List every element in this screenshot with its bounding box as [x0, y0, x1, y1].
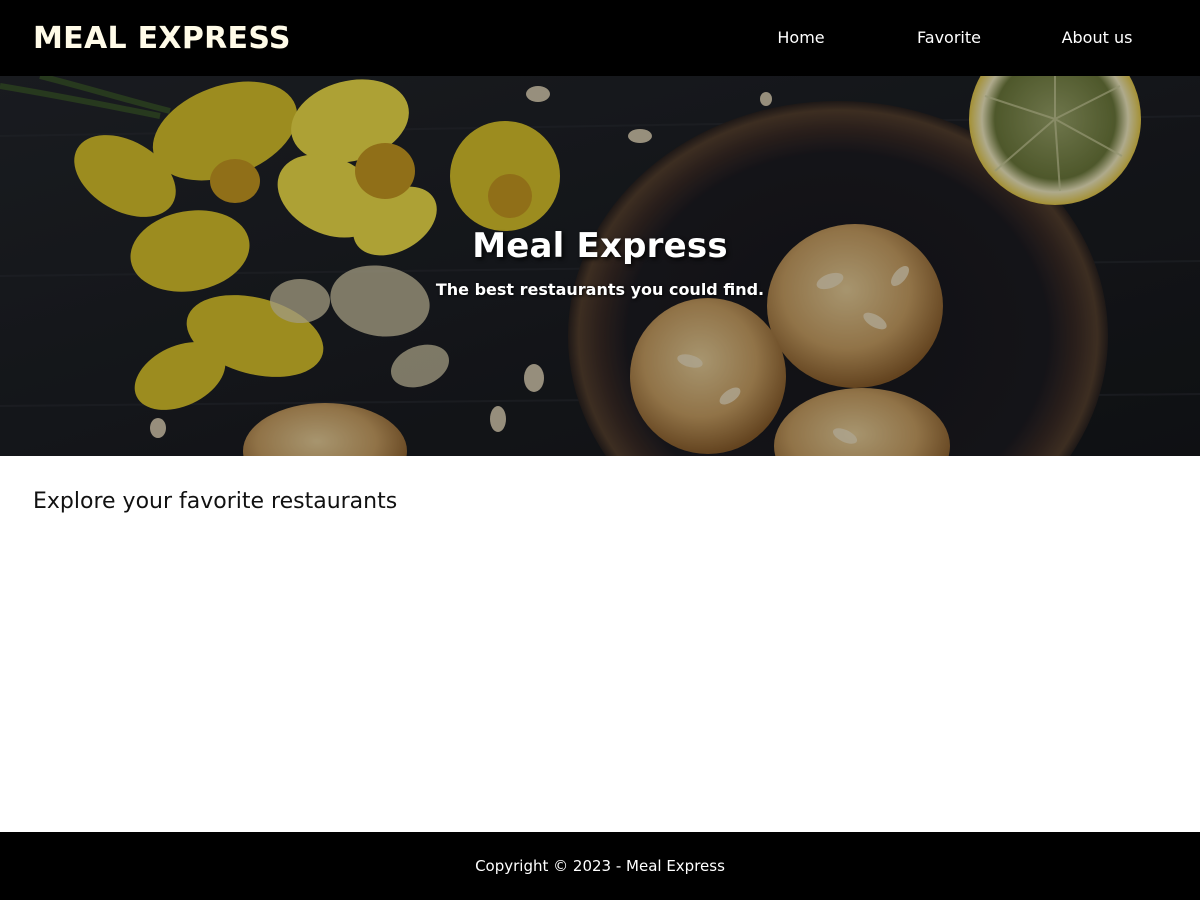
app: MEAL EXPRESS Home Favorite About us Meal… [0, 0, 1200, 900]
hero-title: Meal Express [472, 226, 728, 266]
nav-home[interactable]: Home [727, 0, 875, 76]
footer-copyright: Copyright © 2023 - Meal Express [475, 857, 725, 875]
hero-subtitle: The best restaurants you could find. [435, 280, 765, 299]
brand-logo[interactable]: MEAL EXPRESS [33, 21, 291, 56]
app-footer: Copyright © 2023 - Meal Express [0, 832, 1200, 900]
nav-about-us[interactable]: About us [1023, 0, 1171, 76]
hero-text: Meal Express The best restaurants you co… [0, 226, 1200, 299]
main-content: Explore your favorite restaurants [0, 456, 1200, 832]
main-nav: Home Favorite About us [727, 0, 1167, 76]
app-header: MEAL EXPRESS Home Favorite About us [0, 0, 1200, 76]
hero-banner: Meal Express The best restaurants you co… [0, 76, 1200, 456]
section-title: Explore your favorite restaurants [33, 489, 398, 514]
nav-favorite[interactable]: Favorite [875, 0, 1023, 76]
